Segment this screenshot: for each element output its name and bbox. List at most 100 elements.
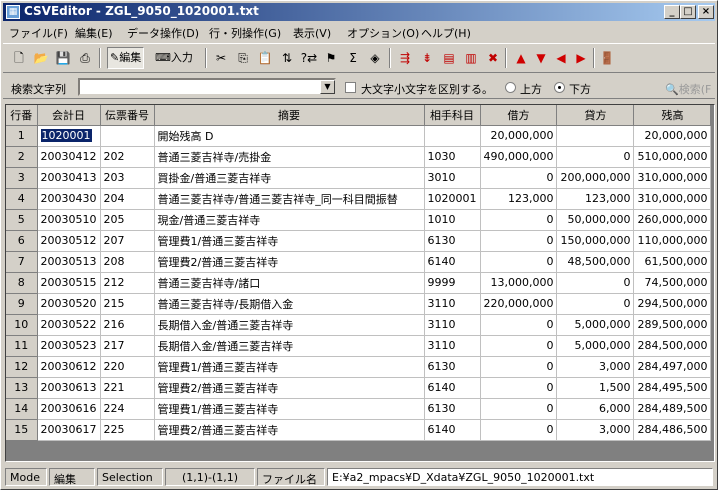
maximize-button[interactable]: □ [680, 5, 696, 19]
find-replace-icon[interactable]: ?⇄ [299, 48, 319, 68]
cell-voucher[interactable]: 215 [100, 293, 155, 315]
column-header-balance[interactable]: 残高 [633, 105, 712, 126]
row-header[interactable]: 4 [6, 188, 38, 210]
cell-counter-account[interactable]: 1020001 [424, 188, 481, 210]
cell-credit[interactable]: 3,000 [556, 356, 635, 378]
cell-date[interactable]: 1020001 [37, 125, 101, 147]
cell-credit[interactable]: 50,000,000 [556, 209, 635, 231]
cut-icon[interactable]: ✂ [211, 48, 231, 68]
cell-credit[interactable]: 3,000 [556, 419, 635, 441]
cell-description[interactable]: 管理費2/普通三菱吉祥寺 [154, 419, 425, 441]
row-header[interactable]: 12 [6, 356, 38, 378]
cell-debit[interactable]: 0 [480, 251, 558, 273]
color-icon[interactable]: ◈ [365, 48, 385, 68]
column-header-date[interactable]: 会計日 [37, 105, 101, 126]
paste-icon[interactable]: 📋 [255, 48, 275, 68]
new-file-icon[interactable]: 🗋 [9, 48, 29, 68]
cell-date[interactable]: 20030413 [37, 167, 101, 189]
close-button[interactable]: × [698, 5, 714, 19]
exit-door-icon[interactable]: 🚪 [597, 48, 617, 68]
search-down-radio[interactable] [554, 82, 565, 93]
cell-voucher[interactable]: 203 [100, 167, 155, 189]
cell-balance[interactable]: 74,500,000 [633, 272, 712, 294]
cell-credit[interactable]: 5,000,000 [556, 335, 635, 357]
cell-counter-account[interactable]: 3010 [424, 167, 481, 189]
cell-counter-account[interactable]: 9999 [424, 272, 481, 294]
menu-data[interactable]: データ操作(D) [127, 25, 199, 41]
cell-credit[interactable]: 123,000 [556, 188, 635, 210]
search-dropdown-button[interactable]: ▼ [320, 80, 335, 94]
table-row[interactable]: 8 20030515 212 普通三菱吉祥寺/諸口 9999 13,000,000 0 74,… [6, 272, 712, 294]
arrow-down-icon[interactable]: ▼ [531, 48, 551, 68]
table-row[interactable]: 13 20030613 221 管理費2/普通三菱吉祥寺 6140 0 1,500 284,4… [6, 377, 712, 399]
cell-balance[interactable]: 260,000,000 [633, 209, 712, 231]
column-header-row-number[interactable]: 行番 [6, 105, 38, 126]
cell-debit[interactable]: 20,000,000 [480, 125, 558, 147]
cell-description[interactable]: 現金/普通三菱吉祥寺 [154, 209, 425, 231]
row-header[interactable]: 10 [6, 314, 38, 336]
cell-voucher[interactable]: 224 [100, 398, 155, 420]
table-row[interactable]: 14 20030616 224 管理費1/普通三菱吉祥寺 6130 0 6,000 284,4… [6, 398, 712, 420]
data-grid[interactable]: 行番 会計日 伝票番号 摘要 相手科目 借方 貸方 残高 1 1020001 開始残… [5, 104, 715, 462]
cell-description[interactable]: 普通三菱吉祥寺/長期借入金 [154, 293, 425, 315]
cell-date[interactable]: 20030617 [37, 419, 101, 441]
cell-debit[interactable]: 0 [480, 167, 558, 189]
cell-date[interactable]: 20030412 [37, 146, 101, 168]
cell-debit[interactable]: 0 [480, 377, 558, 399]
cell-voucher[interactable]: 221 [100, 377, 155, 399]
arrow-left-icon[interactable]: ◀ [551, 48, 571, 68]
table-row[interactable]: 5 20030510 205 現金/普通三菱吉祥寺 1010 0 50,000,000 260… [6, 209, 712, 231]
cell-balance[interactable]: 284,489,500 [633, 398, 712, 420]
menu-help[interactable]: ヘルプ(H) [421, 25, 471, 41]
cell-date[interactable]: 20030616 [37, 398, 101, 420]
clear-icon[interactable]: ✖ [483, 48, 503, 68]
cell-counter-account[interactable]: 6140 [424, 419, 481, 441]
menu-edit[interactable]: 編集(E) [75, 25, 113, 41]
print-icon[interactable]: ⎙ [75, 48, 95, 68]
sort-icon[interactable]: ⇅ [277, 48, 297, 68]
cell-credit[interactable] [556, 125, 635, 147]
cell-date[interactable]: 20030512 [37, 230, 101, 252]
cell-date[interactable]: 20030520 [37, 293, 101, 315]
cell-date[interactable]: 20030515 [37, 272, 101, 294]
cell-balance[interactable]: 20,000,000 [633, 125, 712, 147]
cell-description[interactable]: 普通三菱吉祥寺/普通三菱吉祥寺_同一科目間振替 [154, 188, 425, 210]
cell-date[interactable]: 20030613 [37, 377, 101, 399]
row-header[interactable]: 2 [6, 146, 38, 168]
cell-balance[interactable]: 294,500,000 [633, 293, 712, 315]
cell-counter-account[interactable]: 6130 [424, 356, 481, 378]
table-row[interactable]: 3 20030413 203 買掛金/普通三菱吉祥寺 3010 0 200,000,000 3… [6, 167, 712, 189]
menu-row-column[interactable]: 行・列操作(G) [209, 25, 281, 41]
cell-date[interactable]: 20030510 [37, 209, 101, 231]
column-header-debit[interactable]: 借方 [480, 105, 558, 126]
cell-debit[interactable]: 0 [480, 314, 558, 336]
cell-description[interactable]: 開始残高 D [154, 125, 425, 147]
cell-voucher[interactable]: 202 [100, 146, 155, 168]
table-row[interactable]: 6 20030512 207 管理費1/普通三菱吉祥寺 6130 0 150,000,000… [6, 230, 712, 252]
open-file-icon[interactable]: 📂 [31, 48, 51, 68]
cell-description[interactable]: 管理費1/普通三菱吉祥寺 [154, 230, 425, 252]
cell-counter-account[interactable]: 1030 [424, 146, 481, 168]
row-header[interactable]: 14 [6, 398, 38, 420]
cell-debit[interactable]: 0 [480, 356, 558, 378]
insert-column-icon[interactable]: ⇟ [417, 48, 437, 68]
search-input[interactable] [78, 78, 336, 96]
cell-debit[interactable]: 0 [480, 419, 558, 441]
filter-icon[interactable]: ⚑ [321, 48, 341, 68]
cell-date[interactable]: 20030522 [37, 314, 101, 336]
cell-description[interactable]: 長期借入金/普通三菱吉祥寺 [154, 314, 425, 336]
cell-counter-account[interactable]: 1010 [424, 209, 481, 231]
cell-debit[interactable]: 0 [480, 230, 558, 252]
search-up-radio[interactable] [505, 82, 516, 93]
cell-credit[interactable]: 200,000,000 [556, 167, 635, 189]
cell-balance[interactable]: 284,497,000 [633, 356, 712, 378]
sum-button[interactable]: Σ [343, 48, 363, 68]
column-header-description[interactable]: 摘要 [154, 105, 425, 126]
arrow-up-icon[interactable]: ▲ [511, 48, 531, 68]
cell-credit[interactable]: 0 [556, 146, 635, 168]
cell-description[interactable]: 管理費1/普通三菱吉祥寺 [154, 398, 425, 420]
save-icon[interactable]: 💾 [53, 48, 73, 68]
cell-voucher[interactable]: 207 [100, 230, 155, 252]
table-row[interactable]: 10 20030522 216 長期借入金/普通三菱吉祥寺 3110 0 5,000,000… [6, 314, 712, 336]
cell-balance[interactable]: 284,486,500 [633, 419, 712, 441]
